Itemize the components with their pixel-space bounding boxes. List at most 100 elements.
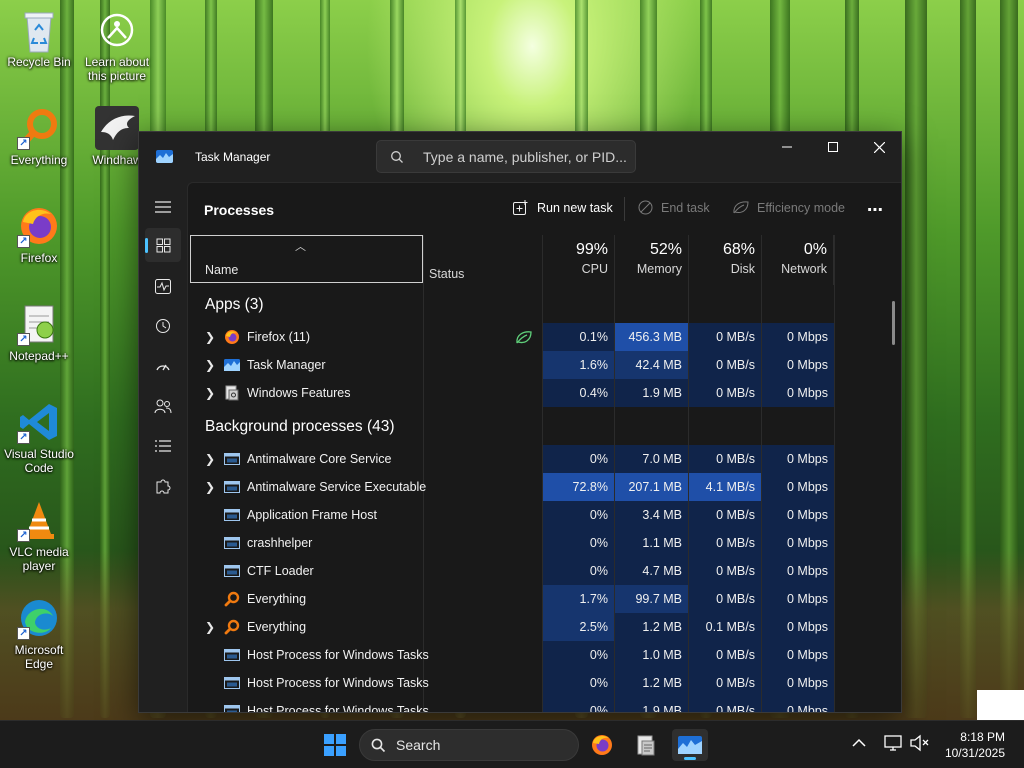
process-name: Application Frame Host	[247, 508, 377, 522]
column-header-name[interactable]: ︿ Name	[190, 235, 423, 283]
nav-app-history[interactable]	[145, 309, 181, 343]
chevron-right-icon[interactable]: ❯	[205, 620, 215, 634]
cpu-cell: 0.1%	[543, 323, 614, 351]
shortcut-arrow-icon: ↗	[17, 627, 30, 640]
process-row[interactable]: Host Process for Windows Tasks 0% 1.9 MB 0 …	[188, 697, 901, 712]
desktop-icon-label: Learn about this picture	[84, 55, 150, 83]
desktop-icon-label: Notepad++	[9, 349, 69, 363]
process-group-header[interactable]: Apps (3)	[205, 296, 264, 314]
close-button[interactable]	[856, 132, 901, 162]
network-label: Network	[781, 262, 827, 276]
task-manager-icon	[224, 357, 240, 373]
nav-users[interactable]	[145, 389, 181, 423]
process-row[interactable]: Host Process for Windows Tasks 0% 1.2 MB 0 …	[188, 669, 901, 697]
taskbar-firefox[interactable]	[584, 729, 620, 761]
column-header-memory[interactable]: 52% Memory	[614, 235, 688, 285]
disk-cell: 0 MB/s	[689, 501, 761, 529]
firefox-icon	[592, 735, 612, 755]
nav-processes[interactable]	[145, 228, 181, 262]
process-row[interactable]: ❯ Firefox (11) 0.1% 456.3 MB 0 MB/s 0 Mbps	[188, 323, 901, 351]
title-bar[interactable]: Task Manager Type a name, publisher, or …	[139, 132, 901, 182]
run-new-task-label: Run new task	[537, 201, 613, 215]
taskbar-search-label: Search	[396, 737, 441, 753]
chevron-right-icon[interactable]: ❯	[205, 480, 215, 494]
cpu-cell: 72.8%	[543, 473, 614, 501]
system-clock[interactable]: 8:18 PM 10/31/2025	[945, 729, 1005, 761]
desktop-icon-label: Visual Studio Code	[4, 447, 74, 475]
nav-details[interactable]	[145, 429, 181, 463]
chevron-right-icon[interactable]: ❯	[205, 358, 215, 372]
memory-cell: 4.7 MB	[615, 557, 688, 585]
hamburger-menu-button[interactable]	[145, 190, 181, 224]
taskbar-file-explorer[interactable]	[628, 729, 664, 761]
more-options-button[interactable]: ⋯	[867, 200, 884, 220]
service-icon	[224, 675, 240, 691]
network-cell: 0 Mbps	[762, 323, 834, 351]
column-header-cpu[interactable]: 99% CPU	[542, 235, 614, 285]
process-name: Windows Features	[247, 386, 351, 400]
chevron-up-icon	[852, 738, 866, 747]
desktop-icon-recycle-bin[interactable]: Recycle Bin	[1, 8, 77, 69]
desktop-icon-vlc[interactable]: ↗ VLC media player	[1, 498, 77, 573]
process-name: CTF Loader	[247, 564, 314, 578]
desktop-icon-learn-about-picture[interactable]: Learn about this picture	[79, 8, 155, 83]
maximize-button[interactable]	[810, 132, 856, 162]
process-name: crashhelper	[247, 536, 313, 550]
end-task-button[interactable]: End task	[638, 200, 710, 215]
nav-performance[interactable]	[145, 269, 181, 303]
service-icon	[224, 451, 240, 467]
minimize-button[interactable]	[764, 132, 810, 162]
disk-cell: 0 MB/s	[689, 323, 761, 351]
process-row[interactable]: ❯ Task Manager 1.6% 42.4 MB 0 MB/s 0 Mbps	[188, 351, 901, 379]
desktop-icon-notepad-plus-plus[interactable]: ↗ Notepad++	[1, 302, 77, 363]
process-row[interactable]: ❯ Antimalware Service Executable 72.8% 207.…	[188, 473, 901, 501]
process-group-header[interactable]: Background processes (43)	[205, 418, 395, 436]
taskbar: Search 8:18 PM 10/31/2025	[0, 720, 1024, 768]
show-hidden-icons-button[interactable]	[852, 735, 872, 755]
chevron-right-icon[interactable]: ❯	[205, 330, 215, 344]
recycle-bin-icon	[17, 8, 61, 53]
windhawk-icon	[95, 106, 139, 150]
list-icon	[155, 440, 171, 452]
disk-cell: 0.1 MB/s	[689, 613, 761, 641]
network-status-button[interactable]	[884, 734, 904, 754]
start-button[interactable]	[317, 729, 353, 761]
cpu-cell: 0%	[543, 501, 614, 529]
process-row[interactable]: ❯ Windows Features 0.4% 1.9 MB 0 MB/s 0 Mbps	[188, 379, 901, 407]
network-cell: 0 Mbps	[762, 613, 834, 641]
process-row[interactable]: crashhelper 0% 1.1 MB 0 MB/s 0 Mbps	[188, 529, 901, 557]
vertical-scrollbar[interactable]	[892, 301, 895, 345]
shortcut-arrow-icon: ↗	[17, 235, 30, 248]
taskbar-search[interactable]: Search	[359, 729, 579, 761]
process-row[interactable]: Application Frame Host 0% 3.4 MB 0 MB/s 0 Mb…	[188, 501, 901, 529]
volume-button[interactable]	[910, 734, 932, 754]
column-header-disk[interactable]: 68% Disk	[688, 235, 761, 285]
process-row[interactable]: ❯ Everything 2.5% 1.2 MB 0.1 MB/s 0 Mbps	[188, 613, 901, 641]
desktop-icon-everything[interactable]: ↗ Everything	[1, 106, 77, 167]
process-row[interactable]: CTF Loader 0% 4.7 MB 0 MB/s 0 Mbps	[188, 557, 901, 585]
desktop-icon-firefox[interactable]: ↗ Firefox	[1, 204, 77, 265]
process-name: Host Process for Windows Tasks	[247, 704, 429, 712]
disk-cell: 0 MB/s	[689, 641, 761, 669]
desktop-icon-edge[interactable]: ↗ Microsoft Edge	[1, 596, 77, 671]
nav-startup-apps[interactable]	[145, 349, 181, 383]
shortcut-arrow-icon: ↗	[17, 137, 30, 150]
search-input[interactable]: Type a name, publisher, or PID...	[376, 140, 636, 173]
service-icon	[224, 535, 240, 551]
chevron-right-icon[interactable]: ❯	[205, 452, 215, 466]
taskbar-task-manager[interactable]	[672, 729, 708, 761]
column-header-network[interactable]: 0% Network	[761, 235, 834, 285]
shortcut-arrow-icon: ↗	[17, 333, 30, 346]
efficiency-mode-button[interactable]: Efficiency mode	[732, 200, 845, 215]
process-row[interactable]: Everything 1.7% 99.7 MB 0 MB/s 0 Mbps	[188, 585, 901, 613]
nav-services[interactable]	[145, 469, 181, 503]
desktop-icon-vscode[interactable]: ↗ Visual Studio Code	[1, 400, 77, 475]
column-header-status[interactable]: Status	[429, 267, 464, 281]
column-header-row: ︿ Name Status 99% CPU 52% Memory 68% Dis…	[188, 235, 901, 285]
run-new-task-button[interactable]: Run new task	[513, 200, 613, 216]
process-row[interactable]: ❯ Antimalware Core Service 0% 7.0 MB 0 MB/s 0…	[188, 445, 901, 473]
windows-features-icon	[637, 735, 655, 756]
process-row[interactable]: Host Process for Windows Tasks 0% 1.0 MB 0 …	[188, 641, 901, 669]
window-title: Task Manager	[195, 150, 271, 164]
chevron-right-icon[interactable]: ❯	[205, 386, 215, 400]
